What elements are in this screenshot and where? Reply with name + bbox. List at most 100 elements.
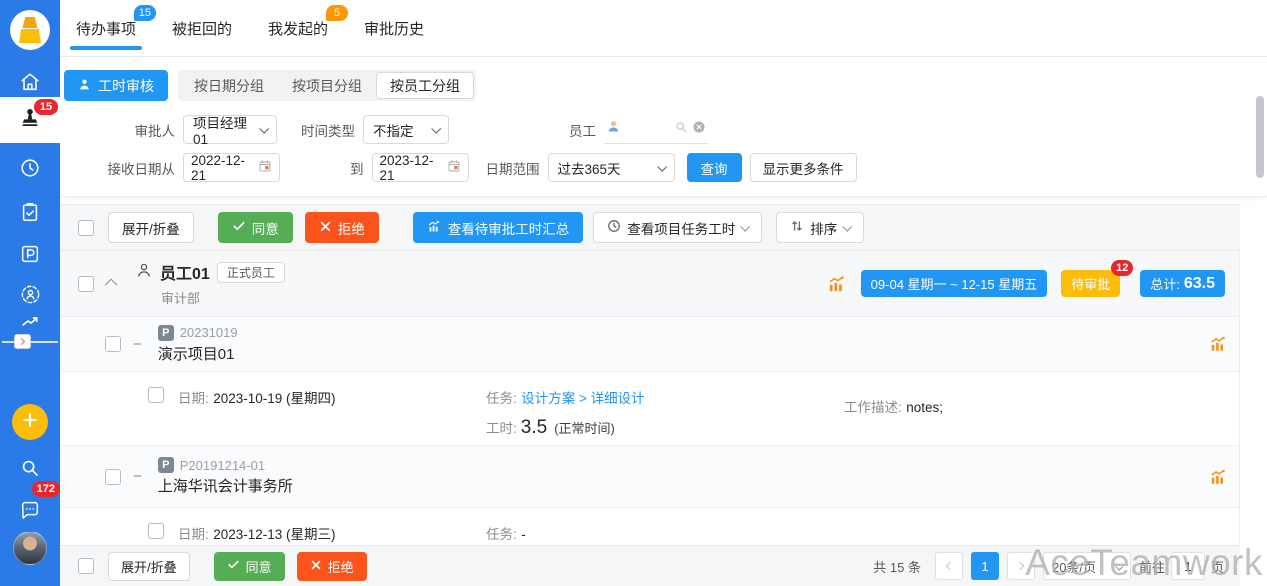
group-checkbox[interactable] xyxy=(78,276,94,292)
prev-page-button[interactable] xyxy=(935,552,963,580)
goto-label: 前往 xyxy=(1139,557,1165,576)
time-type-select[interactable]: 不指定 xyxy=(363,115,449,144)
entry-task-link[interactable]: 设计方案 > 详细设计 xyxy=(521,391,644,406)
add-button[interactable] xyxy=(12,404,48,440)
select-all-checkbox[interactable] xyxy=(78,220,94,236)
entry-checkbox[interactable] xyxy=(148,387,164,403)
footer-approve-button[interactable]: 同意 xyxy=(214,552,285,581)
tab-history[interactable]: 审批历史 xyxy=(364,18,424,39)
sidebar-item-collaboration[interactable] xyxy=(0,277,60,317)
timesheet-entry-row[interactable]: 日期: 2023-12-13 (星期三) 任务: - xyxy=(60,508,1239,546)
tab-rejected[interactable]: 被拒回的 xyxy=(172,18,232,39)
grouping-tabs: 按日期分组 按项目分组 按员工分组 xyxy=(178,70,476,101)
project-icon xyxy=(19,243,41,270)
check-icon xyxy=(227,558,240,574)
query-button[interactable]: 查询 xyxy=(687,153,742,182)
pending-summary-button[interactable]: 查看待审批工时汇总 xyxy=(413,212,584,243)
date-range-badge: 09-04 星期一 ~ 12-15 星期五 xyxy=(861,270,1048,297)
footer-reject-button[interactable]: 拒绝 xyxy=(297,552,367,581)
project-row[interactable]: − P 20231019 演示项目01 xyxy=(60,317,1239,372)
sidebar-collapse-slider[interactable] xyxy=(0,334,60,350)
total-hours-badge: 总计:63.5 xyxy=(1140,270,1225,297)
timesheet-entry-row[interactable]: 日期: 2023-10-19 (星期四) 任务: 设计方案 > 详细设计 工时:… xyxy=(60,372,1239,446)
project-chart-icon[interactable] xyxy=(1209,335,1228,354)
filter-panel: 工时审核 按日期分组 按项目分组 按员工分组 审批人 项目经理01 时间类型 不… xyxy=(60,57,1267,197)
reject-button[interactable]: 拒绝 xyxy=(305,212,379,243)
entry-hours-label: 工时: xyxy=(486,417,517,437)
footer-select-all-checkbox[interactable] xyxy=(78,558,94,574)
clock-small-icon xyxy=(607,219,621,236)
sidebar-messages-button[interactable]: 172 xyxy=(0,492,60,532)
employee-search-input[interactable] xyxy=(604,115,708,144)
date-range-label: 日期范围 xyxy=(486,158,540,178)
group-by-project-tab[interactable]: 按项目分组 xyxy=(278,72,376,99)
page-size-select[interactable]: 20条/页 xyxy=(1043,552,1131,580)
footer-expand-collapse-button[interactable]: 展开/折叠 xyxy=(108,552,190,581)
sidebar-item-time[interactable] xyxy=(0,150,60,190)
current-page-button[interactable]: 1 xyxy=(971,552,999,580)
sidebar: 15 xyxy=(0,0,60,586)
more-conditions-button[interactable]: 显示更多条件 xyxy=(750,153,857,182)
employee-group-row[interactable]: 员工01 正式员工 审计部 09-04 星期一 ~ 12-15 星期五 待审批 … xyxy=(60,251,1239,317)
app-logo[interactable] xyxy=(0,0,60,60)
project-task-hours-button[interactable]: 查看项目任务工时 xyxy=(593,212,762,243)
approver-label: 审批人 xyxy=(64,120,175,140)
entry-task-value: - xyxy=(521,527,526,542)
group-by-employee-tab[interactable]: 按员工分组 xyxy=(376,72,474,99)
employee-avatar-icon xyxy=(606,119,621,139)
main-area: 待办事项 15 被拒回的 我发起的 5 审批历史 xyxy=(60,0,1267,586)
project-chart-icon[interactable] xyxy=(1209,467,1228,486)
collapse-minus-icon[interactable]: − xyxy=(133,469,142,484)
group-chart-icon[interactable] xyxy=(827,274,847,294)
sidebar-item-transfer[interactable] xyxy=(0,314,60,332)
entry-task-label: 任务: xyxy=(486,527,517,542)
active-tab-underline xyxy=(70,46,142,50)
expand-collapse-button[interactable]: 展开/折叠 xyxy=(108,212,194,243)
sidebar-item-tasks[interactable] xyxy=(0,194,60,234)
calendar-icon[interactable] xyxy=(447,159,461,176)
project-name: 上海华讯会计事务所 xyxy=(158,475,293,496)
time-type-label: 时间类型 xyxy=(301,120,355,140)
project-checkbox[interactable] xyxy=(105,336,121,352)
next-page-button[interactable] xyxy=(1007,552,1035,580)
timesheet-review-button[interactable]: 工时审核 xyxy=(64,70,168,101)
calendar-icon[interactable] xyxy=(258,159,272,176)
tab-initiated[interactable]: 我发起的 5 xyxy=(268,18,328,39)
approver-select[interactable]: 项目经理01 xyxy=(183,115,277,144)
sort-icon xyxy=(790,219,804,236)
batch-toolbar: 展开/折叠 同意 拒绝 查看待审批工时汇 xyxy=(60,204,1240,251)
initiated-count-badge: 5 xyxy=(326,5,348,21)
pending-count-badge: 12 xyxy=(1111,260,1133,276)
clear-input-icon[interactable] xyxy=(692,120,706,139)
project-checkbox[interactable] xyxy=(105,469,121,485)
group-by-date-tab[interactable]: 按日期分组 xyxy=(180,72,278,99)
clock-icon xyxy=(19,157,41,184)
entry-task-label: 任务: xyxy=(486,391,517,406)
chevron-down-icon xyxy=(657,162,667,172)
footer-bar: 展开/折叠 同意 拒绝 共 15 条 1 20条/页 xyxy=(60,545,1240,586)
sort-button[interactable]: 排序 xyxy=(776,212,864,243)
plus-icon xyxy=(20,410,40,435)
entry-date-value: 2023-12-13 (星期三) xyxy=(213,527,335,542)
project-row[interactable]: − P P20191214-01 上海华讯会计事务所 xyxy=(60,446,1239,508)
goto-page-input[interactable]: 1 xyxy=(1171,552,1205,580)
sidebar-item-projects[interactable] xyxy=(0,236,60,276)
date-from-input[interactable]: 2022-12-21 xyxy=(183,153,280,182)
user-avatar[interactable] xyxy=(13,531,47,565)
employee-type-tag: 正式员工 xyxy=(217,262,285,283)
collapse-minus-icon[interactable]: − xyxy=(133,337,142,352)
date-to-input[interactable]: 2023-12-21 xyxy=(372,153,469,182)
entry-desc-label: 工作描述: xyxy=(844,400,902,415)
approve-button[interactable]: 同意 xyxy=(218,212,293,243)
collapse-chevron-up-icon[interactable] xyxy=(105,279,118,292)
tab-todo[interactable]: 待办事项 15 xyxy=(76,18,136,39)
project-code: P20191214-01 xyxy=(180,458,265,473)
slider-handle[interactable] xyxy=(14,334,31,349)
employee-name: 员工01 xyxy=(160,260,210,284)
entry-checkbox[interactable] xyxy=(148,523,164,539)
sidebar-item-approvals[interactable]: 15 xyxy=(0,97,60,143)
date-range-select[interactable]: 过去365天 xyxy=(548,153,675,182)
vertical-scrollbar[interactable] xyxy=(1256,96,1264,178)
approvals-count-badge: 15 xyxy=(34,99,58,115)
search-small-icon[interactable] xyxy=(674,120,688,139)
